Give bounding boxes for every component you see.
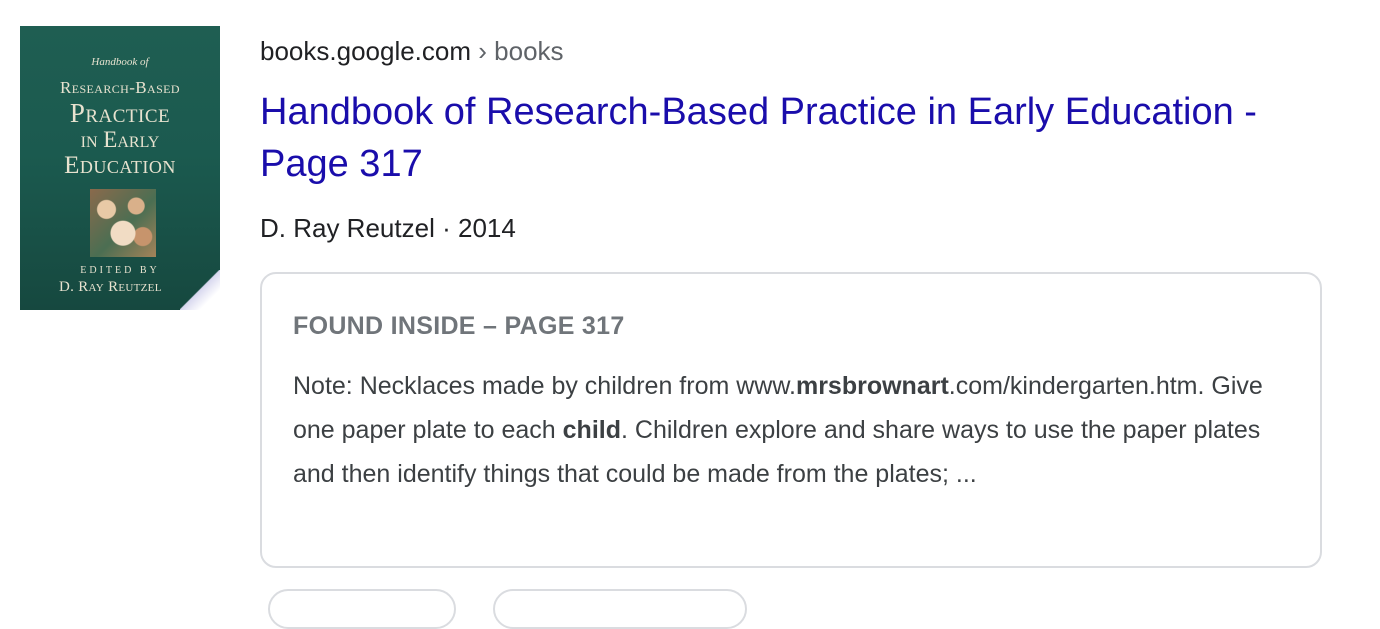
breadcrumb-separator: ›: [478, 36, 487, 66]
action-chip-1[interactable]: [268, 589, 456, 629]
page-curl-decoration: [180, 270, 220, 310]
result-year: 2014: [457, 213, 516, 243]
snippet-text-1: Note: Necklaces made by children from ww…: [293, 372, 796, 400]
result-author: D. Ray Reutzel: [260, 213, 435, 243]
book-cover-thumbnail[interactable]: Handbook of Research-Based Practice in E…: [20, 26, 220, 310]
snippet-highlight-2: child: [562, 416, 621, 444]
result-title-link[interactable]: Handbook of Research-Based Practice in E…: [260, 86, 1330, 190]
cover-subtitle: Research-Based: [60, 78, 180, 97]
breadcrumb-site: books.google.com: [260, 36, 472, 66]
cover-title-line-1: Practice: [69, 98, 171, 128]
cover-title-line-3: Education: [64, 152, 176, 179]
result-breadcrumb[interactable]: books.google.com › books: [260, 36, 564, 67]
cover-photo-children: [90, 189, 156, 257]
snippet-highlight-1: mrsbrownart: [795, 372, 949, 400]
cover-title-line-2: in Early: [80, 127, 160, 152]
cover-handbook-text: Handbook of: [91, 56, 149, 68]
action-chip-2[interactable]: [493, 589, 747, 629]
result-byline: D. Ray Reutzel · 2014: [260, 213, 516, 244]
byline-dot: ·: [442, 213, 451, 243]
found-inside-heading: FOUND INSIDE – PAGE 317: [293, 312, 625, 340]
breadcrumb-path: books: [494, 36, 564, 66]
found-inside-card[interactable]: FOUND INSIDE – PAGE 317 Note: Necklaces …: [260, 272, 1322, 568]
found-inside-snippet: Note: Necklaces made by children from ww…: [293, 364, 1303, 496]
